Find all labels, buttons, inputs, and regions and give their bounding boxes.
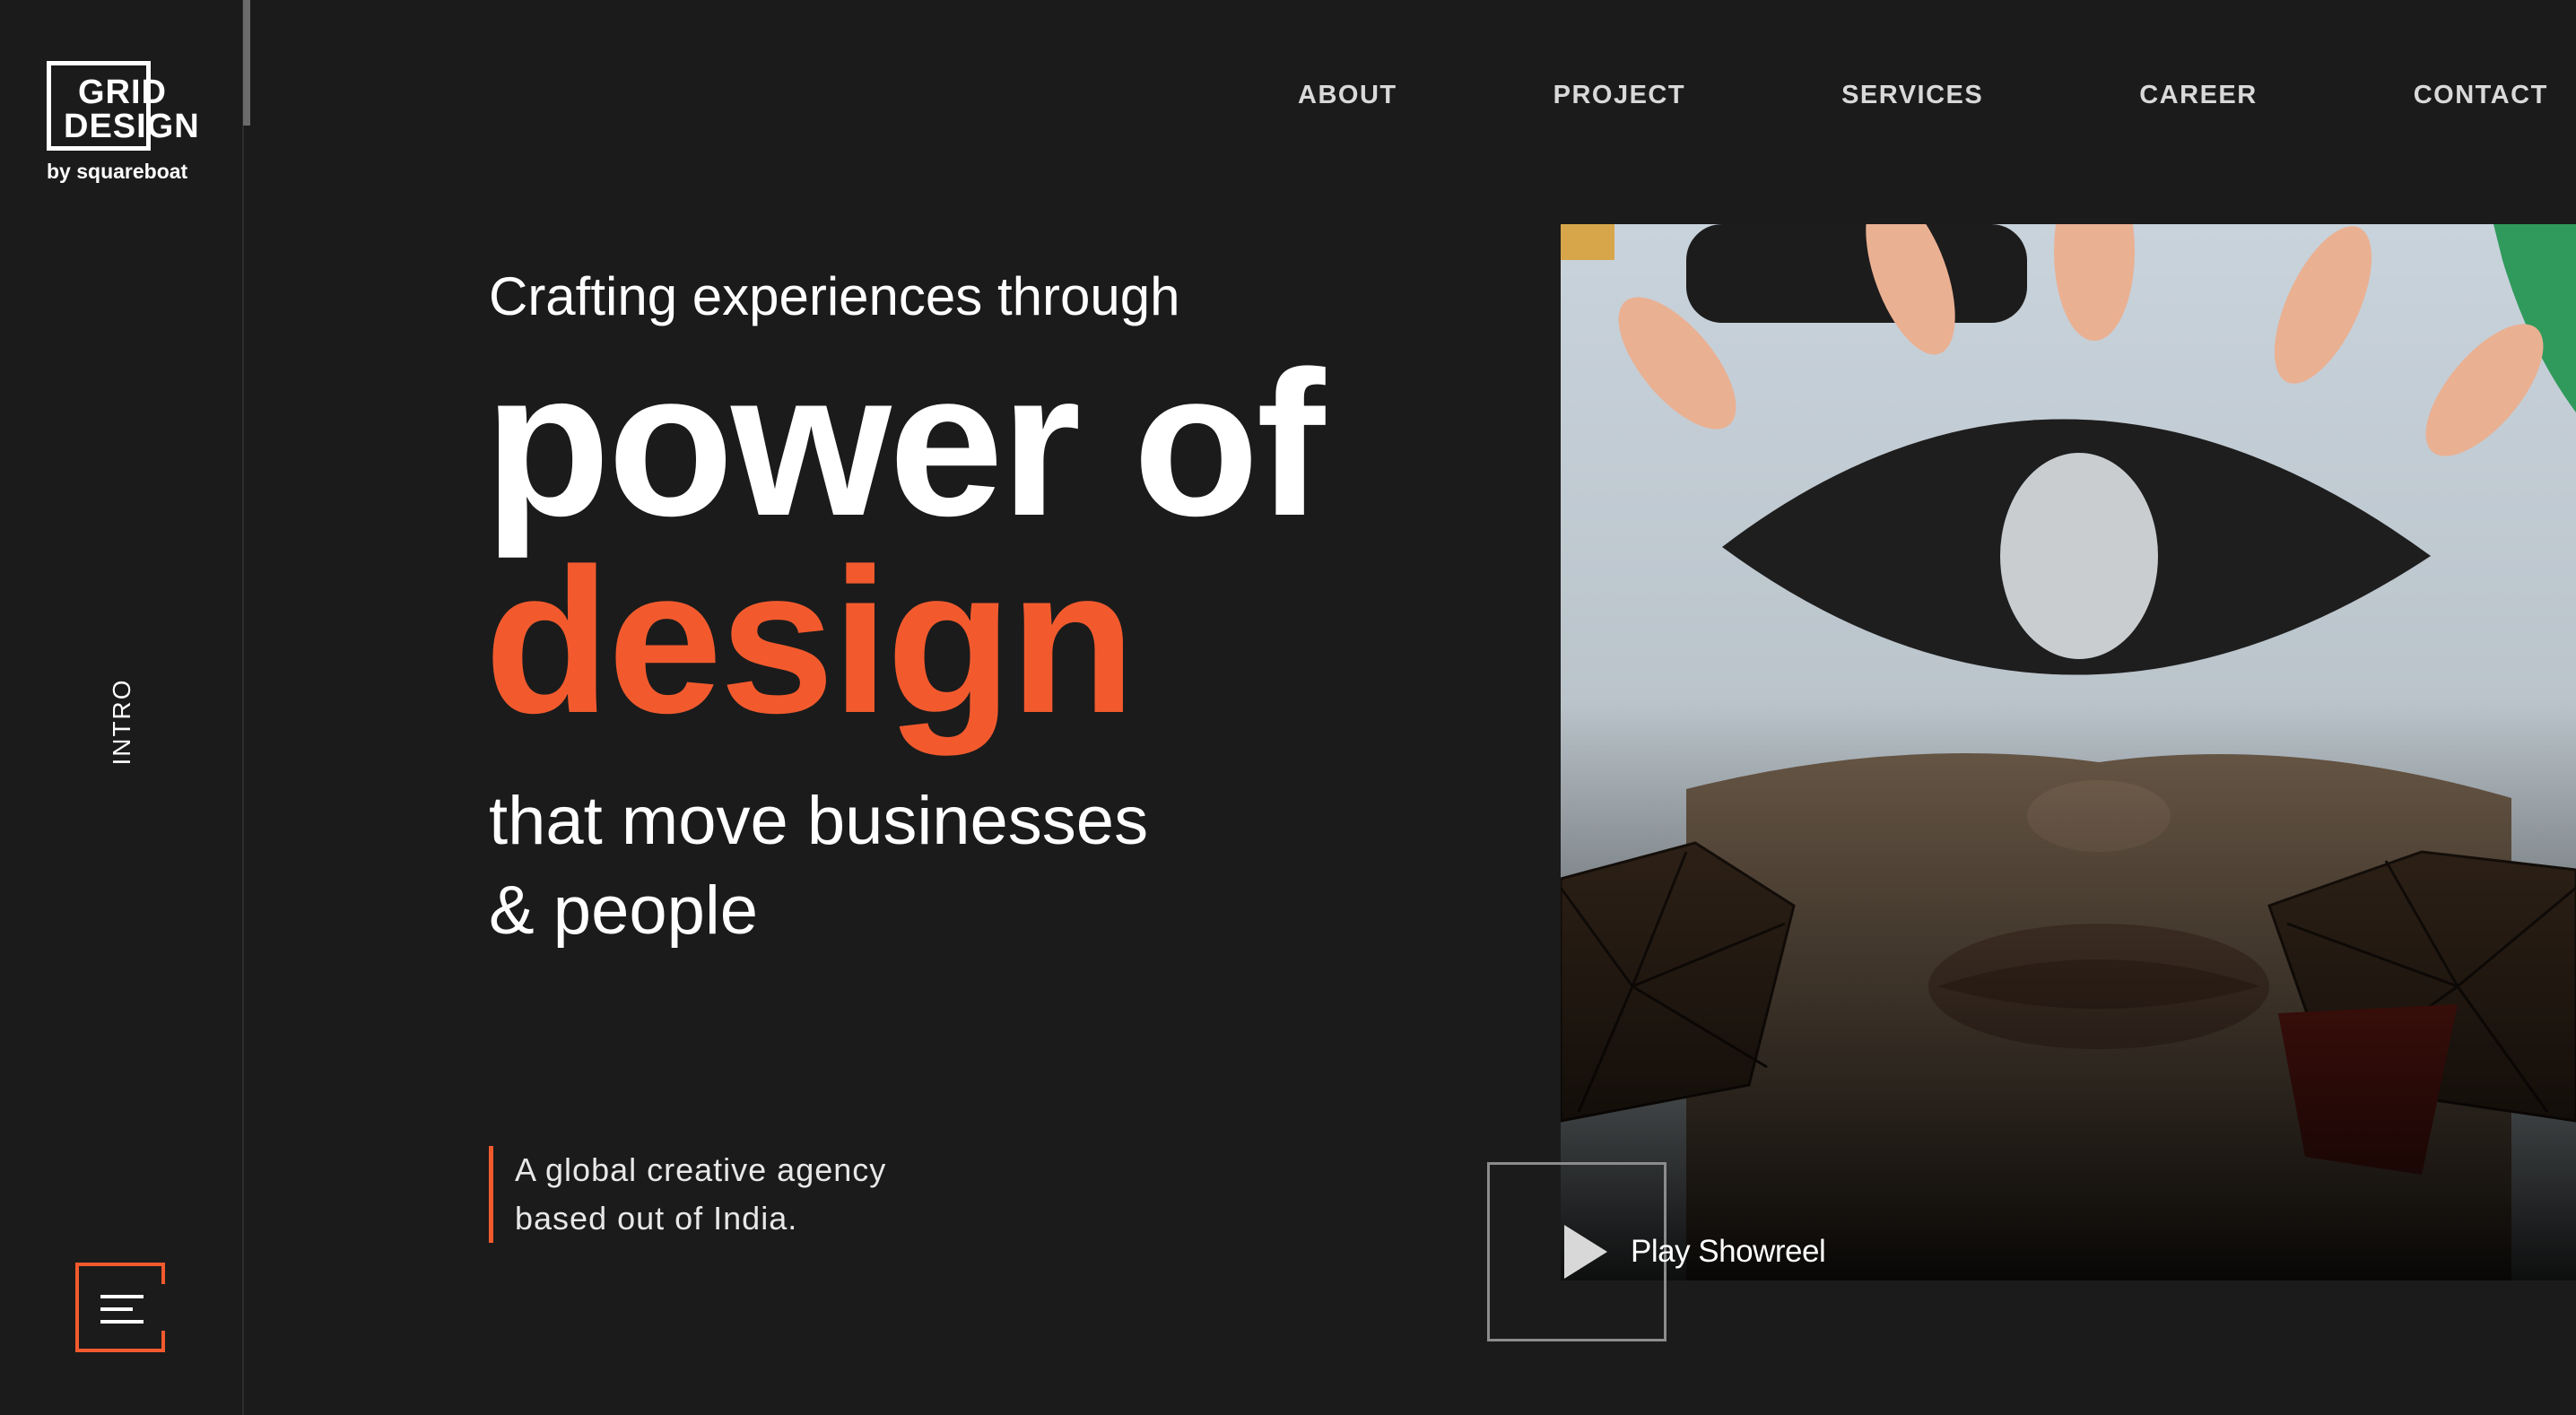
tagline-line2: based out of India.: [515, 1200, 798, 1237]
hero-subheadline: that move businesses & people: [489, 777, 1148, 956]
scrollbar-thumb[interactable]: [243, 0, 250, 126]
page: GRID DESIGN by squareboat INTRO ABOUT PR…: [0, 0, 2576, 1415]
hero-headline: power of: [484, 328, 1325, 559]
menu-button[interactable]: [75, 1263, 165, 1352]
logo-text-line2: DESIGN: [64, 108, 200, 145]
logo[interactable]: GRID DESIGN by squareboat: [47, 61, 208, 184]
hero-subheadline-line2: & people: [489, 872, 759, 949]
logo-subtitle: by squareboat: [47, 160, 188, 183]
sidebar: GRID DESIGN by squareboat INTRO: [0, 0, 244, 1415]
play-showreel-button[interactable]: Play Showreel: [1561, 1225, 1826, 1279]
nav-item-career[interactable]: CAREER: [2139, 81, 2257, 110]
nav-item-project[interactable]: PROJECT: [1553, 81, 1685, 110]
tagline-line1: A global creative agency: [515, 1151, 887, 1188]
tagline: A global creative agency based out of In…: [489, 1146, 886, 1243]
play-showreel-label: Play Showreel: [1631, 1234, 1826, 1269]
nav-item-about[interactable]: ABOUT: [1298, 81, 1397, 110]
logo-mark: GRID DESIGN: [47, 61, 199, 151]
play-icon: [1564, 1225, 1607, 1279]
main-nav: ABOUT PROJECT SERVICES CAREER CONTACT: [1298, 81, 2548, 110]
hero-intro-text: Crafting experiences through: [489, 266, 1180, 326]
logo-text-line1: GRID: [78, 74, 167, 111]
section-indicator: INTRO: [108, 678, 135, 766]
hamburger-menu-icon: [100, 1295, 144, 1333]
hero-artwork-image: [1561, 224, 2576, 1280]
hero-headline-accent: design: [484, 525, 1136, 756]
nav-item-contact[interactable]: CONTACT: [2414, 81, 2548, 110]
nav-item-services[interactable]: SERVICES: [1841, 81, 1983, 110]
hero-subheadline-line1: that move businesses: [489, 783, 1149, 859]
